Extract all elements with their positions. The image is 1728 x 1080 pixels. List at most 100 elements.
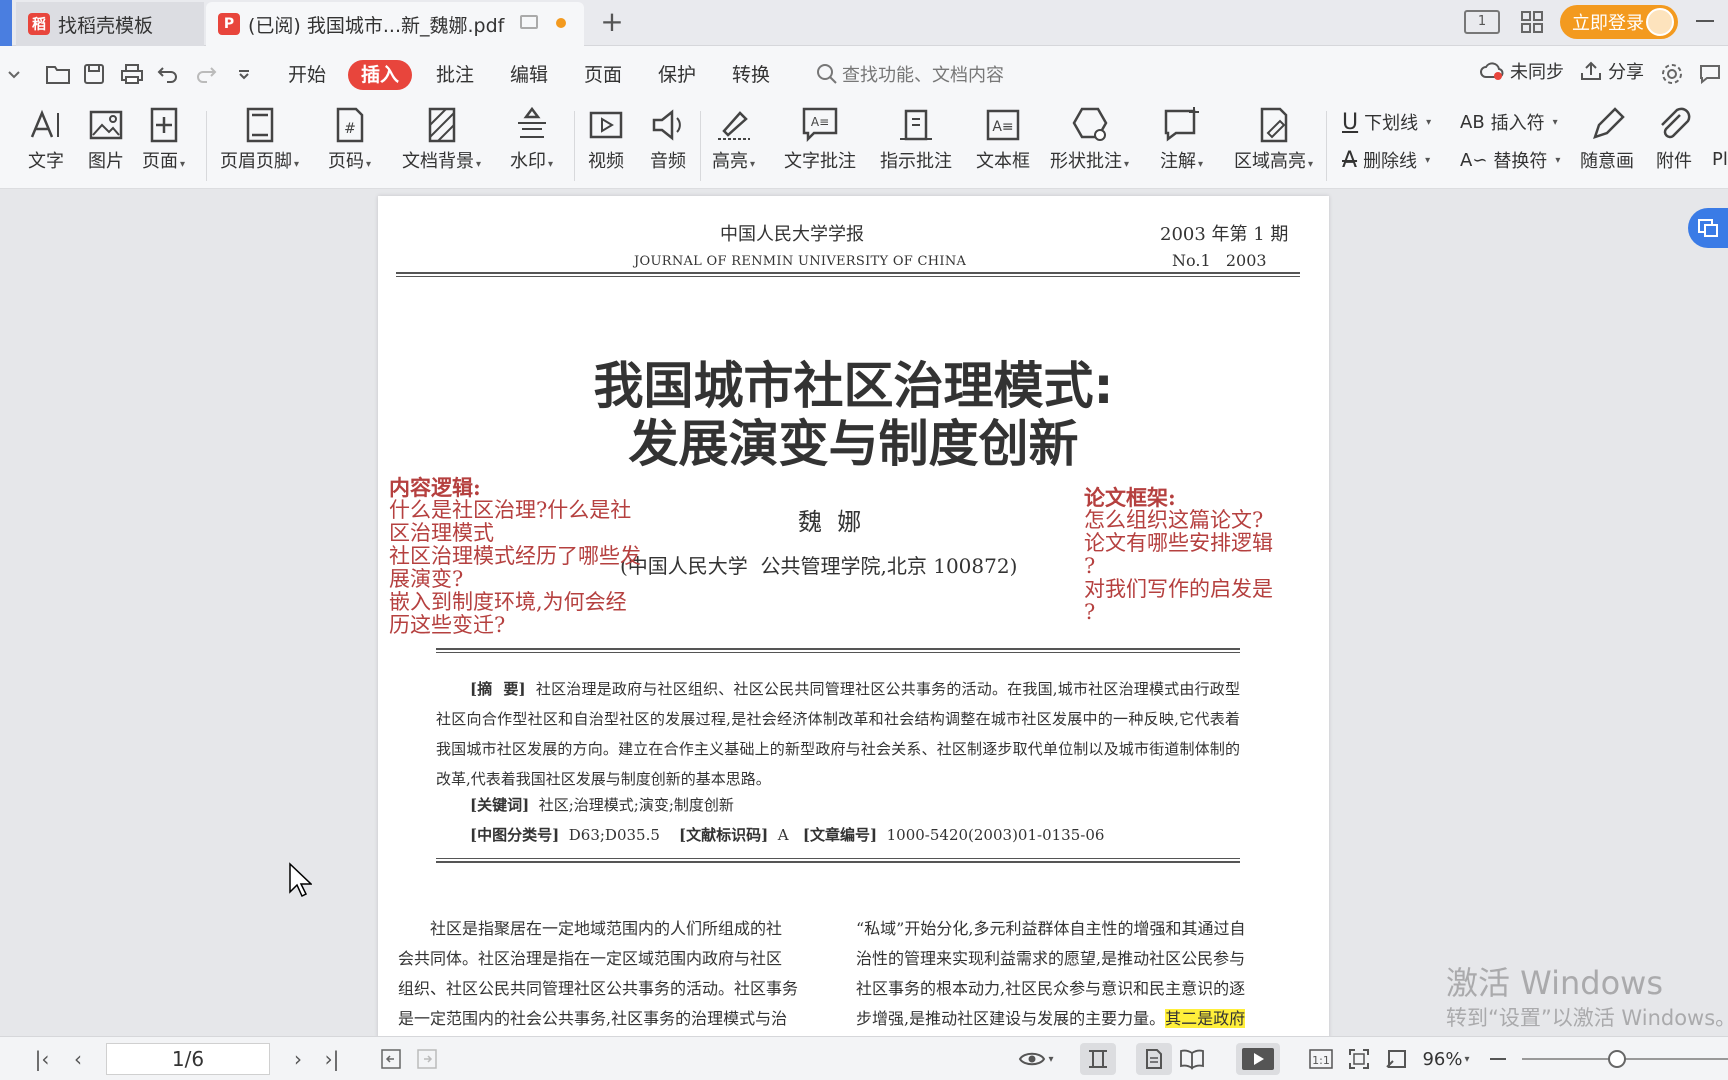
menu-convert[interactable]: 转换 — [732, 60, 770, 90]
sync-status[interactable]: 未同步 — [1480, 58, 1564, 84]
new-tab-button[interactable]: + — [596, 6, 628, 38]
attachment-button[interactable]: 附件 — [1654, 105, 1694, 173]
menu-start[interactable]: 开始 — [288, 60, 326, 90]
app-edge-marker — [0, 0, 12, 46]
highlighted-text[interactable]: 其二是政府 — [1165, 1009, 1246, 1028]
open-folder-icon[interactable] — [44, 60, 72, 88]
avatar — [1646, 8, 1674, 36]
highlighter-icon — [717, 111, 750, 140]
affiliation: (中国人民大学 公共管理学院,北京 100872) — [620, 554, 1018, 578]
dropdown-caret-icon: ▾ — [366, 159, 372, 170]
shape-comment-label: 形状批注 — [1050, 151, 1122, 172]
insert-text-button[interactable]: 文字 — [26, 105, 66, 173]
share-button[interactable]: 分享 — [1580, 58, 1644, 84]
annotation-button[interactable]: 注解 ▾ — [1160, 105, 1203, 173]
undo-icon[interactable] — [154, 60, 182, 88]
body-line: “私域”开始分化,多元利益群体自主性的增强和其通过自 — [856, 919, 1246, 938]
doc-background-button[interactable]: 文档背景 ▾ — [402, 105, 481, 173]
insert-page-button[interactable]: 页面 ▾ — [142, 105, 185, 173]
shape-comment-button[interactable]: 形状批注 ▾ — [1050, 105, 1129, 173]
label: 文本框 — [976, 151, 1030, 172]
insert-image-button[interactable]: 图片 — [86, 105, 126, 173]
message-icon[interactable] — [1696, 60, 1724, 88]
forward-icon[interactable] — [412, 1043, 442, 1075]
strikethrough-button[interactable]: A 删除线 ▾ — [1342, 147, 1430, 173]
menu-page[interactable]: 页面 — [584, 60, 622, 90]
search-box[interactable]: 查找功能、文档内容 — [816, 58, 1216, 90]
eye-protection-icon[interactable]: ▾ — [1012, 1043, 1060, 1075]
ribbon-overflow-label[interactable]: Pl — [1712, 149, 1728, 170]
zoom-slider-handle[interactable] — [1608, 1050, 1626, 1068]
insert-mark-button[interactable]: AB 插入符 ▾ — [1460, 109, 1558, 135]
annotation-content-logic[interactable]: 内容逻辑: 什么是社区治理?什么是社 区治理模式 社区治理模式经历了哪些发 展演… — [389, 476, 679, 637]
login-button[interactable]: 立即登录 — [1560, 5, 1678, 39]
minimize-icon[interactable] — [1696, 20, 1714, 22]
menu-insert[interactable]: 插入 — [348, 60, 413, 90]
text-box-button[interactable]: A≡ 文本框 — [976, 105, 1030, 173]
insert-video-button[interactable]: 视频 — [586, 105, 626, 173]
layout-mode-icon[interactable]: 1 — [1464, 10, 1500, 34]
insert-audio-button[interactable]: 音频 — [648, 105, 688, 173]
unsync-label: 未同步 — [1510, 62, 1564, 83]
annotation-line: 什么是社区治理?什么是社 — [389, 498, 632, 522]
actual-size-icon[interactable]: 1:1 — [1306, 1043, 1336, 1075]
classification-line: [中图分类号] D63;D035.5 [文献标识码] A [文章编号] 1000… — [470, 824, 1104, 845]
dual-page-icon[interactable] — [1174, 1043, 1210, 1075]
chevron-down-icon[interactable] — [0, 60, 28, 88]
continuous-view-icon[interactable] — [1080, 1043, 1116, 1075]
annotation-line: 论文有哪些安排逻辑 — [1084, 531, 1273, 555]
save-icon[interactable] — [80, 60, 108, 88]
last-page-icon[interactable]: ›| — [316, 1043, 348, 1075]
menu-protect[interactable]: 保护 — [658, 60, 696, 90]
highlight-button[interactable]: 高亮 ▾ — [712, 105, 755, 173]
zoom-level[interactable]: 96% ▾ — [1414, 1043, 1478, 1075]
divider — [700, 111, 701, 181]
watermark-button[interactable]: 水印 ▾ — [510, 105, 553, 173]
header-footer-button[interactable]: 页眉页脚 ▾ — [220, 105, 299, 173]
menu-edit[interactable]: 编辑 — [510, 60, 548, 90]
monitor-icon[interactable] — [520, 15, 538, 29]
pointer-comment-button[interactable]: 指示批注 — [880, 105, 952, 173]
annotation-label: 注解 — [1160, 151, 1196, 172]
menu-bar: 开始 插入 批注 编辑 页面 保护 转换 查找功能、文档内容 未同步 分享 — [0, 46, 1728, 101]
print-icon[interactable] — [118, 60, 146, 88]
quick-access-more-icon[interactable] — [230, 60, 258, 88]
menu-comment[interactable]: 批注 — [436, 60, 474, 90]
text-box-icon: A≡ — [986, 109, 1020, 141]
keywords-text: 社区;治理模式;演变;制度创新 — [538, 796, 734, 814]
area-highlight-label: 区域高亮 — [1234, 151, 1306, 172]
play-slideshow-button[interactable] — [1236, 1043, 1280, 1075]
floating-panel-button[interactable] — [1688, 208, 1728, 248]
first-page-icon[interactable]: |‹ — [26, 1043, 58, 1075]
tab-bar: 稻 找稻壳模板 P (已阅) 我国城市...新_魏娜.pdf + 1 立即登录 — [0, 0, 1728, 46]
tab-docer-templates[interactable]: 稻 找稻壳模板 — [16, 2, 204, 46]
dropdown-caret-icon: ▾ — [294, 159, 300, 170]
body-line: 组织、社区公民共同管理社区公共事务的活动。社区事务 — [398, 979, 799, 998]
underline-button[interactable]: U 下划线 ▾ — [1342, 109, 1431, 135]
annotation-line: 嵌入到制度环境,为何会经 — [389, 590, 627, 614]
prev-page-icon[interactable]: ‹ — [62, 1043, 94, 1075]
redo-icon[interactable] — [192, 60, 220, 88]
search-input[interactable]: 查找功能、文档内容 — [842, 61, 1004, 87]
settings-gear-icon[interactable] — [1658, 60, 1686, 88]
text-comment-button[interactable]: A≡ 文字批注 — [784, 105, 856, 173]
page-number-input[interactable]: 1/6 — [106, 1043, 270, 1075]
back-icon[interactable] — [376, 1043, 406, 1075]
paperclip-icon — [1661, 107, 1691, 139]
annotation-paper-framework[interactable]: 论文框架: 怎么组织这篇论文? 论文有哪些安排逻辑 ? 对我们写作的启发是 ? — [1084, 486, 1304, 624]
tab-pdf-document[interactable]: P (已阅) 我国城市...新_魏娜.pdf — [206, 2, 584, 46]
classno-label: [中图分类号] — [470, 826, 560, 844]
fit-page-icon[interactable] — [1344, 1043, 1374, 1075]
replace-mark-button[interactable]: A∽ 替换符 ▾ — [1460, 147, 1560, 173]
activation-watermark-text: 转到“设置”以激活 Windows。 — [1446, 1006, 1728, 1030]
page-number-button[interactable]: # 页码 ▾ — [328, 105, 371, 173]
text-comment-icon: A≡ — [802, 107, 838, 143]
grid-apps-icon[interactable] — [1520, 10, 1544, 34]
next-page-icon[interactable]: › — [282, 1043, 314, 1075]
zoom-out-icon[interactable] — [1486, 1043, 1510, 1075]
fit-width-icon[interactable] — [1382, 1043, 1412, 1075]
freehand-button[interactable]: 随意画 — [1580, 105, 1634, 173]
insert-mark-label: 插入符 — [1490, 113, 1545, 134]
single-page-icon[interactable] — [1136, 1043, 1172, 1075]
area-highlight-button[interactable]: 区域高亮 ▾ — [1234, 105, 1313, 173]
